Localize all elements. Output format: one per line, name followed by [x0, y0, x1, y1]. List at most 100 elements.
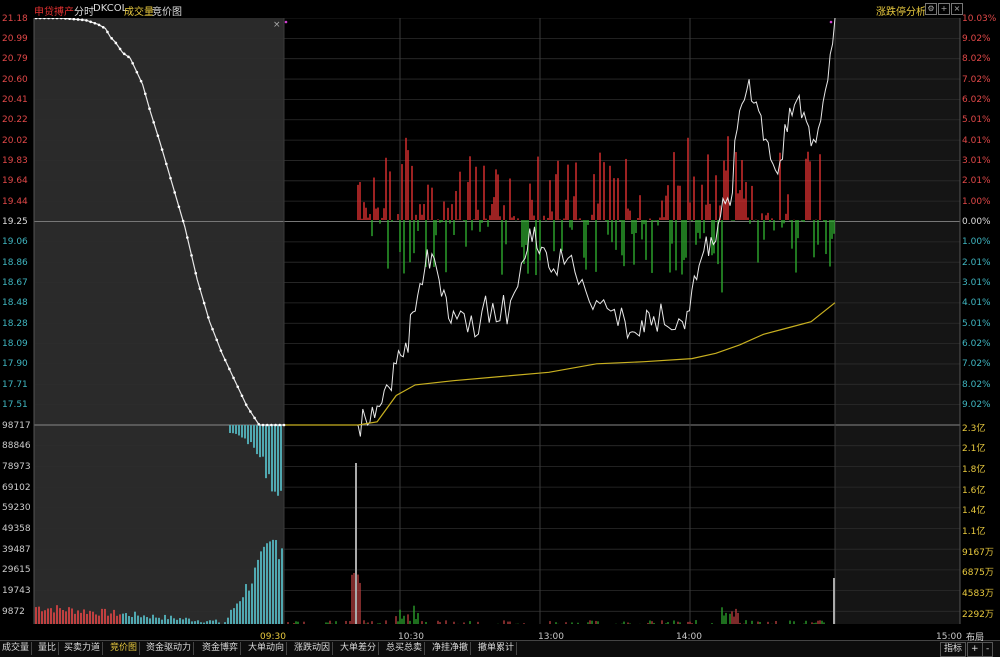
settings-icon[interactable]: ⚙: [925, 3, 937, 15]
left-price-axis-label: 18.86: [2, 257, 28, 268]
tab-资金博弈[interactable]: 资金博弈: [200, 642, 242, 655]
left-vol-axis-label: 69102: [2, 482, 31, 493]
left-price-axis-label: 20.02: [2, 135, 28, 146]
auction-point: [110, 37, 113, 40]
auction-point: [85, 19, 88, 22]
stock-code: DKCOL: [93, 3, 128, 14]
auction-point: [194, 271, 198, 275]
tab-撤单累计[interactable]: 撤单累计: [476, 642, 518, 655]
right-price-axis-label: 5.01%: [962, 115, 991, 126]
right-vol-axis-label: 6875万: [962, 568, 994, 579]
auction-point: [156, 134, 160, 138]
auction-point: [240, 394, 244, 398]
right-price-axis-label: 9.02%: [962, 400, 991, 411]
auction-point: [139, 79, 143, 83]
auction-point: [202, 301, 206, 305]
left-vol-axis-label: 78973: [2, 461, 31, 472]
auction-point: [207, 316, 210, 319]
auction-point: [173, 191, 177, 194]
layout-button[interactable]: 布局: [966, 630, 984, 643]
indicator-button[interactable]: 指标: [940, 642, 967, 657]
tab-大单差分[interactable]: 大单差分: [338, 642, 380, 655]
left-vol-axis-label: 29615: [2, 565, 31, 576]
right-price-axis-label: 2.01%: [962, 257, 991, 268]
left-vol-axis-label: 49358: [2, 524, 31, 534]
minus-button[interactable]: -: [982, 642, 994, 657]
auction-point: [93, 21, 97, 25]
left-price-axis-label: 20.41: [2, 94, 28, 105]
right-price-axis-label: 6.02%: [962, 94, 991, 105]
auction-point: [135, 70, 139, 74]
after-region: [835, 18, 960, 624]
auction-point: [190, 254, 193, 257]
left-price-axis-label: 20.22: [2, 115, 28, 126]
left-price-axis-label: 20.60: [2, 74, 28, 85]
right-vol-axis-label: 4583万: [962, 589, 994, 600]
auction-point: [211, 327, 214, 331]
tab-买卖力道[interactable]: 买卖力道: [62, 642, 104, 655]
auction-point: [236, 385, 240, 389]
auction-point: [198, 287, 202, 291]
auction-point: [219, 349, 223, 352]
auction-point: [89, 20, 92, 24]
top-bar: 申贷搏产 分时 DKCOL 成交量 竞价图 涨跌停分析 ⚙ + ×: [0, 0, 1000, 19]
auction-point: [282, 423, 286, 427]
auction-point: [106, 30, 109, 34]
auction-point: [97, 23, 101, 27]
left-vol-axis-label: 39487: [2, 544, 31, 555]
left-price-axis-label: 19.44: [2, 196, 28, 207]
auction-point: [261, 423, 265, 427]
auction-point: [165, 162, 168, 166]
auction-point: [215, 338, 219, 342]
zoom-in-icon[interactable]: +: [938, 3, 950, 15]
tab-资金驱动力[interactable]: 资金驱动力: [144, 642, 195, 655]
limit-analysis-button[interactable]: 涨跌停分析: [876, 3, 926, 18]
left-price-axis-label: 18.48: [2, 298, 28, 309]
left-price-axis-label: 17.71: [2, 379, 28, 390]
right-price-axis-label: 9.02%: [962, 33, 991, 44]
bid-chart-label[interactable]: 竞价图: [152, 3, 182, 18]
auction-point: [223, 358, 227, 362]
volume-label[interactable]: 成交量: [124, 3, 154, 18]
auction-point: [181, 219, 185, 223]
right-price-axis-label: 8.02%: [962, 379, 991, 390]
right-vol-axis-label: 1.6亿: [962, 485, 986, 496]
right-price-axis-label: 8.02%: [962, 54, 991, 65]
auction-point: [257, 423, 261, 426]
marker-dot: [829, 20, 833, 24]
left-price-axis-label: 19.25: [2, 217, 28, 227]
auction-point: [186, 236, 189, 239]
left-price-axis-label: 19.64: [2, 176, 28, 187]
left-price-axis-label: 19.83: [2, 155, 28, 166]
right-price-axis-label: 7.02%: [962, 359, 991, 370]
tab-涨跌动因[interactable]: 涨跌动因: [292, 642, 334, 655]
right-price-axis-label: 1.00%: [962, 196, 991, 207]
auction-region: [34, 18, 284, 624]
mode-label[interactable]: 分时: [74, 3, 94, 18]
auction-point: [143, 92, 147, 96]
auction-point: [76, 18, 80, 21]
auction-point: [244, 403, 248, 406]
chart-area[interactable]: ×: [0, 18, 1000, 624]
plus-button[interactable]: +: [967, 642, 983, 657]
right-price-axis-label: 0.00%: [962, 217, 991, 227]
tag-label: 申贷搏产: [34, 7, 74, 18]
tab-总买总卖[interactable]: 总买总卖: [384, 642, 426, 655]
tab-大单动向[interactable]: 大单动向: [246, 642, 288, 655]
left-price-axis-label: 21.18: [2, 13, 28, 24]
left-vol-axis-label: 9872: [2, 606, 25, 617]
tab-净挂净撤[interactable]: 净挂净撤: [430, 642, 472, 655]
right-vol-axis-label: 1.1亿: [962, 527, 986, 537]
left-price-axis-label: 17.90: [2, 359, 28, 370]
left-price-axis-label: 17.51: [2, 400, 28, 411]
auction-point: [160, 148, 164, 151]
right-price-axis-label: 4.01%: [962, 298, 991, 309]
left-vol-axis-label: 19743: [2, 586, 31, 597]
auction-point: [101, 26, 105, 29]
left-vol-axis-label: 59230: [2, 503, 31, 514]
tab-成交量[interactable]: 成交量: [0, 642, 33, 655]
right-price-axis-label: 6.02%: [962, 339, 991, 350]
tab-量比[interactable]: 量比: [36, 642, 60, 655]
tab-竞价图[interactable]: 竞价图: [108, 642, 141, 655]
right-price-axis-label: 3.01%: [962, 155, 991, 166]
